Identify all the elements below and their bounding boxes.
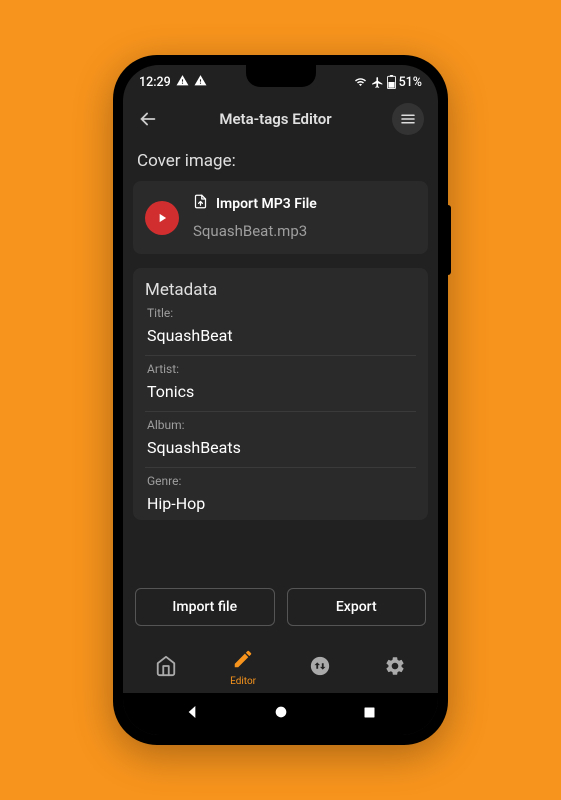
filename: SquashBeat.mp3 — [193, 222, 317, 240]
metadata-card: Metadata Title: SquashBeat Artist: Tonic… — [133, 268, 428, 520]
android-home[interactable] — [261, 698, 301, 730]
airplane-icon — [371, 76, 384, 89]
metadata-section-label: Metadata — [145, 280, 416, 300]
battery-percent: 51% — [399, 75, 422, 90]
import-file-button[interactable]: Import file — [135, 588, 275, 626]
page-title: Meta-tags Editor — [171, 110, 380, 128]
swap-icon — [309, 655, 331, 681]
android-recent[interactable] — [350, 699, 389, 730]
genre-input[interactable]: Hip-Hop — [145, 492, 416, 513]
artist-label: Artist: — [147, 362, 414, 376]
import-mp3-button[interactable]: Import MP3 File — [193, 193, 317, 214]
nav-swap[interactable] — [301, 653, 339, 683]
title-input[interactable]: SquashBeat — [145, 324, 416, 356]
android-back[interactable] — [172, 698, 212, 730]
nav-editor[interactable]: Editor — [222, 646, 264, 689]
gear-icon — [384, 655, 406, 681]
battery-icon — [387, 75, 396, 89]
android-nav — [123, 693, 438, 735]
import-mp3-label: Import MP3 File — [216, 196, 317, 212]
nav-editor-label: Editor — [230, 676, 256, 687]
artist-input[interactable]: Tonics — [145, 380, 416, 412]
genre-label: Genre: — [147, 474, 414, 488]
wifi-icon — [353, 76, 368, 88]
export-button[interactable]: Export — [287, 588, 427, 626]
album-label: Album: — [147, 418, 414, 432]
cover-row: Import MP3 File SquashBeat.mp3 — [133, 181, 428, 254]
warning-icon — [176, 74, 189, 91]
home-icon — [155, 655, 177, 681]
bottom-nav: Editor — [123, 640, 438, 693]
pencil-icon — [232, 648, 254, 674]
back-button[interactable] — [137, 108, 159, 130]
cover-section-label: Cover image: — [137, 151, 424, 171]
album-input[interactable]: SquashBeats — [145, 436, 416, 468]
nav-settings[interactable] — [376, 653, 414, 683]
warning-icon — [194, 74, 207, 91]
play-button[interactable] — [145, 201, 179, 235]
file-upload-icon — [193, 193, 208, 214]
nav-home[interactable] — [147, 653, 185, 683]
title-label: Title: — [147, 306, 414, 320]
menu-button[interactable] — [392, 103, 424, 135]
status-time: 12:29 — [139, 75, 171, 90]
